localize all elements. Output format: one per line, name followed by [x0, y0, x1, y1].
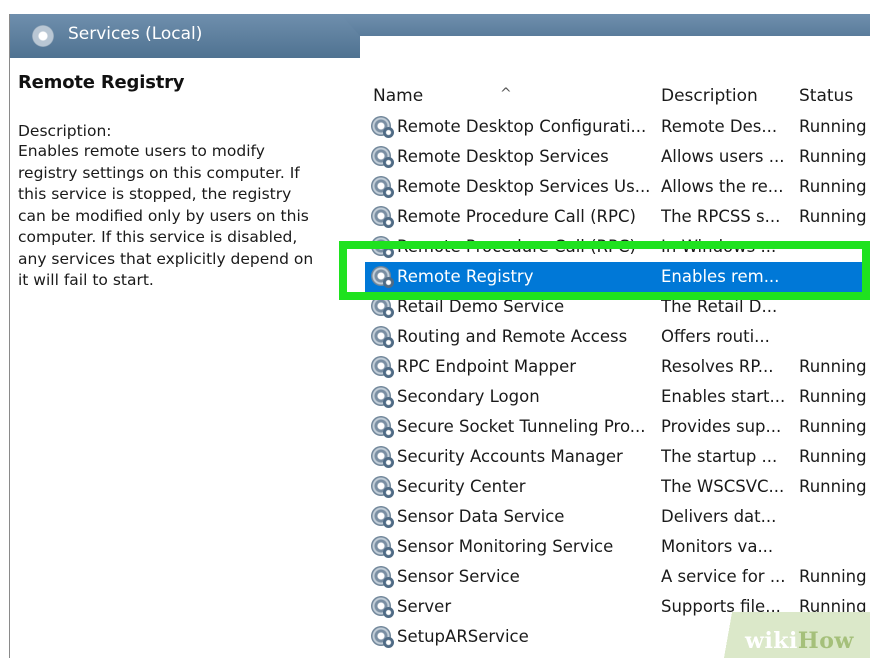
description-label: Description: — [18, 122, 112, 140]
gear-icon — [371, 266, 395, 288]
service-description: Delivers dat... — [661, 507, 777, 526]
gear-icon — [371, 236, 395, 258]
service-description: The WSCSVC... — [661, 477, 785, 496]
service-row[interactable]: Remote Procedure Call (RPC) In Windows ..… — [365, 232, 870, 262]
description-text: Enables remote users to modify registry … — [18, 142, 314, 289]
gear-icon — [371, 386, 395, 408]
service-row[interactable]: Security Center The WSCSVC... Running — [365, 472, 870, 502]
service-row[interactable]: Secure Socket Tunneling Pro... Provides s… — [365, 412, 870, 442]
service-description: Resolves RP... — [661, 357, 774, 376]
selected-service-title: Remote Registry — [18, 72, 185, 93]
service-rows: Remote Desktop Configurati... Remote Des.… — [365, 112, 870, 652]
column-header-row: ^ Name Description Status — [365, 72, 870, 112]
watermark-logo: wikiHow — [745, 628, 854, 654]
service-description: Allows users ... — [661, 147, 785, 166]
service-description: Monitors va... — [661, 537, 774, 556]
gear-icon — [371, 596, 395, 618]
header-bar-right — [340, 14, 870, 36]
column-header-name[interactable]: Name — [373, 86, 423, 106]
service-status: Running — [799, 177, 867, 196]
service-name: Security Accounts Manager — [397, 447, 623, 466]
service-row[interactable]: Remote Desktop Services Us... Allows the … — [365, 172, 870, 202]
service-row[interactable]: Remote Registry Enables rem... — [365, 262, 870, 292]
service-name: Sensor Data Service — [397, 507, 565, 526]
service-name: Remote Desktop Services — [397, 147, 609, 166]
service-row[interactable]: RPC Endpoint Mapper Resolves RP... Running — [365, 352, 870, 382]
service-description: Remote Des... — [661, 117, 778, 136]
service-row[interactable]: Sensor Data Service Delivers dat... — [365, 502, 870, 532]
service-name: Retail Demo Service — [397, 297, 565, 316]
service-row[interactable]: Remote Desktop Services Allows users ... R… — [365, 142, 870, 172]
service-status: Running — [799, 207, 867, 226]
gear-icon — [371, 416, 395, 438]
services-icon — [32, 25, 54, 47]
description-pane: Remote Registry Description: Enables rem… — [18, 72, 348, 292]
service-row[interactable]: Sensor Monitoring Service Monitors va... — [365, 532, 870, 562]
watermark-wiki: wiki — [745, 628, 798, 654]
service-description: Enables rem... — [661, 267, 780, 286]
gear-icon — [371, 116, 395, 138]
service-name: Remote Desktop Configurati... — [397, 117, 647, 136]
gear-icon — [371, 536, 395, 558]
service-name: Sensor Monitoring Service — [397, 537, 614, 556]
gear-icon — [371, 146, 395, 168]
service-name: Security Center — [397, 477, 526, 496]
service-description: A service for ... — [661, 567, 786, 586]
service-status: Running — [799, 567, 867, 586]
gear-icon — [371, 506, 395, 528]
column-header-status[interactable]: Status — [799, 86, 853, 106]
service-status: Running — [799, 147, 867, 166]
services-list: ^ Name Description Status Remote Desktop… — [365, 72, 870, 652]
service-name: Remote Registry — [397, 267, 534, 286]
service-row[interactable]: Security Accounts Manager The startup ...… — [365, 442, 870, 472]
service-row[interactable]: Secondary Logon Enables start... Running — [365, 382, 870, 412]
service-description: Provides sup... — [661, 417, 782, 436]
top-strip — [0, 0, 870, 14]
service-row[interactable]: Remote Desktop Configurati... Remote Des.… — [365, 112, 870, 142]
service-description: Allows the re... — [661, 177, 784, 196]
service-name: Routing and Remote Access — [397, 327, 628, 346]
service-row[interactable]: Routing and Remote Access Offers routi... — [365, 322, 870, 352]
gear-icon — [371, 446, 395, 468]
service-name: Remote Desktop Services Us... — [397, 177, 651, 196]
service-row[interactable]: Remote Procedure Call (RPC) The RPCSS s..… — [365, 202, 870, 232]
header-bar: Services (Local) — [10, 14, 870, 58]
service-description: In Windows ... — [661, 237, 777, 256]
service-name: Server — [397, 597, 452, 616]
service-description: Enables start... — [661, 387, 786, 406]
service-name: Sensor Service — [397, 567, 520, 586]
service-name: Secondary Logon — [397, 387, 540, 406]
gear-icon — [371, 326, 395, 348]
service-description: The startup ... — [661, 447, 778, 466]
service-status: Running — [799, 477, 867, 496]
service-name: Remote Procedure Call (RPC) — [397, 207, 636, 226]
service-name: Remote Procedure Call (RPC) — [397, 237, 636, 256]
service-name: Secure Socket Tunneling Pro... — [397, 417, 646, 436]
service-description: Offers routi... — [661, 327, 770, 346]
gear-icon — [371, 566, 395, 588]
service-name: RPC Endpoint Mapper — [397, 357, 577, 376]
gear-icon — [371, 206, 395, 228]
gear-icon — [371, 626, 395, 648]
watermark-how: How — [797, 628, 854, 654]
header-title: Services (Local) — [68, 24, 203, 44]
service-description: The Retail D... — [661, 297, 778, 316]
service-row[interactable]: Retail Demo Service The Retail D... — [365, 292, 870, 322]
gear-icon — [371, 296, 395, 318]
service-status: Running — [799, 357, 867, 376]
gear-icon — [371, 476, 395, 498]
service-status: Running — [799, 447, 867, 466]
gear-icon — [371, 176, 395, 198]
services-window: Services (Local) Remote Registry Descrip… — [9, 14, 870, 658]
sort-ascending-icon: ^ — [500, 86, 512, 102]
service-status: Running — [799, 417, 867, 436]
service-row[interactable]: Sensor Service A service for ... Running — [365, 562, 870, 592]
service-description: The RPCSS s... — [661, 207, 781, 226]
column-header-description[interactable]: Description — [661, 86, 758, 106]
service-name: SetupARService — [397, 627, 529, 646]
service-status: Running — [799, 117, 867, 136]
service-status: Running — [799, 387, 867, 406]
gear-icon — [371, 356, 395, 378]
